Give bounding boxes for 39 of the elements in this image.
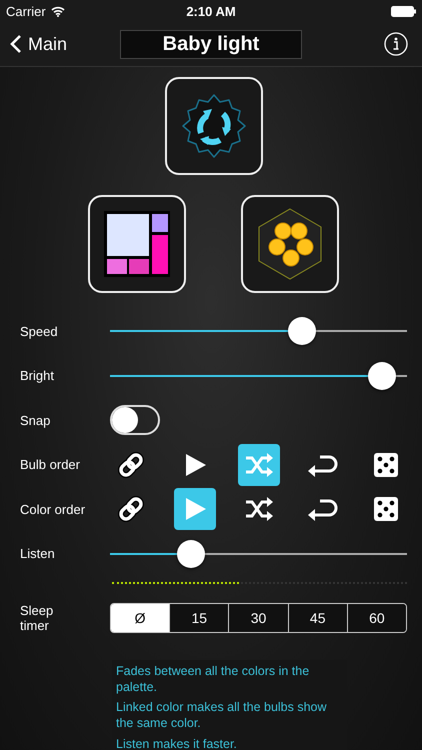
help-text: Linked color makes all the bulbs show the same color. [116, 700, 328, 732]
row-label: Sleep timer [20, 603, 54, 633]
mode-button[interactable] [241, 195, 340, 293]
timer-segment[interactable]: 15 [169, 604, 228, 632]
carrier-label: Carrier [6, 4, 46, 18]
battery-icon [391, 6, 416, 16]
dice-icon [374, 497, 398, 522]
row-label: Snap [20, 412, 52, 428]
timer-segment[interactable]: 60 [346, 604, 406, 632]
shuffle-icon [244, 452, 274, 478]
help-text: Listen makes it faster. [116, 736, 238, 750]
timer-segment[interactable]: 30 [228, 604, 288, 632]
row-label: Listen [20, 546, 56, 562]
mode-button[interactable] [88, 195, 186, 293]
chevron-left-icon [10, 34, 22, 54]
link-icon [117, 450, 145, 479]
slider[interactable] [110, 317, 407, 346]
dice-icon [374, 452, 398, 477]
wifi-icon [50, 6, 65, 16]
slider[interactable] [110, 362, 407, 390]
info-icon[interactable] [384, 32, 408, 56]
color-tiles-icon [102, 209, 172, 279]
mode-button[interactable] [164, 77, 262, 175]
back-button[interactable]: Main [10, 34, 68, 54]
slider[interactable] [110, 540, 407, 568]
shuffle-option[interactable] [238, 444, 280, 486]
row-label: Bright [20, 368, 55, 384]
row-label: Bulb order [20, 457, 81, 472]
row-label: Speed [20, 324, 59, 339]
link-icon [117, 495, 145, 524]
help-text: Fades between all the colors in the palette. [116, 664, 310, 696]
timer-segment[interactable]: 45 [288, 604, 347, 632]
screen-title: Baby light [120, 30, 302, 58]
shuffle-icon [244, 496, 274, 522]
toggle-switch[interactable] [110, 405, 160, 436]
status-time: 2:10 AM [186, 4, 236, 18]
play-option[interactable] [174, 488, 216, 530]
row-label: Color order [20, 502, 86, 517]
timer-segment[interactable]: Ø [111, 604, 170, 632]
